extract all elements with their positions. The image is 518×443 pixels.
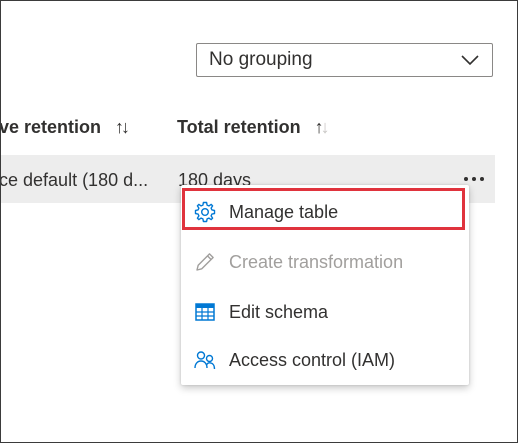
menu-item-manage-table[interactable]: Manage table xyxy=(181,190,469,234)
column-header-total-retention[interactable]: Total retention ↑ ↓ xyxy=(177,117,330,138)
more-dot xyxy=(472,177,476,181)
grouping-selected-value: No grouping xyxy=(209,49,313,70)
sort-arrows-icon[interactable]: ↑ ↓ xyxy=(315,117,330,138)
column-header-label: ve retention xyxy=(0,117,102,137)
menu-item-label: Access control (IAM) xyxy=(229,349,396,370)
cell-archive-retention: ace default (180 d... xyxy=(0,170,149,190)
menu-item-edit-schema[interactable]: Edit schema xyxy=(181,290,469,334)
menu-item-label: Manage table xyxy=(229,201,339,222)
column-header-archive-retention[interactable]: ve retention ↑ ↓ xyxy=(0,117,130,138)
menu-item-access-control[interactable]: Access control (IAM) xyxy=(181,338,469,382)
table-icon xyxy=(193,300,217,324)
app-frame: No grouping ve retention ↑ ↓ Total retent… xyxy=(0,0,518,443)
more-dot xyxy=(464,177,468,181)
gear-icon xyxy=(193,200,217,224)
sort-arrows-icon[interactable]: ↑ ↓ xyxy=(115,117,130,138)
menu-item-create-transformation[interactable]: Create transformation xyxy=(181,240,469,284)
more-dot xyxy=(480,177,484,181)
pencil-icon xyxy=(193,250,217,274)
people-icon xyxy=(193,348,217,372)
chevron-down-icon xyxy=(461,55,479,66)
context-menu: Manage table Create transformation Edit … xyxy=(181,185,469,385)
column-header-label: Total retention xyxy=(177,117,301,137)
grouping-dropdown[interactable]: No grouping xyxy=(196,43,493,77)
menu-item-label: Edit schema xyxy=(229,301,329,322)
menu-item-label: Create transformation xyxy=(229,251,404,272)
